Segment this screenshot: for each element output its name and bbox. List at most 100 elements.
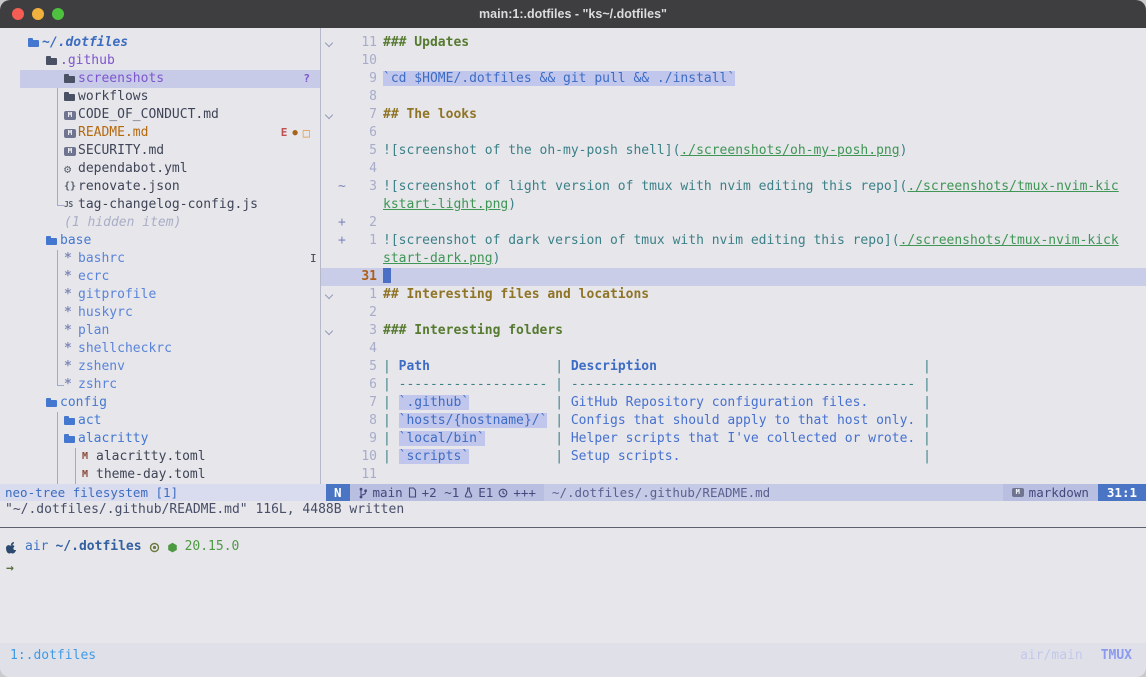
tmux-window-label[interactable]: 1:.dotfiles bbox=[10, 648, 96, 663]
editor-line[interactable]: 3### Interesting folders bbox=[321, 322, 1146, 340]
editor-line[interactable]: 5![screenshot of the oh-my-posh shell](.… bbox=[321, 142, 1146, 160]
fold-column bbox=[321, 34, 338, 52]
editor-line[interactable]: +2 bbox=[321, 214, 1146, 232]
editor-line[interactable]: 6 bbox=[321, 124, 1146, 142]
tree-item-dependabot-yml[interactable]: dependabot.yml bbox=[20, 160, 320, 178]
tree-item-security-md[interactable]: SECURITY.md bbox=[20, 142, 320, 160]
tree-item-label: plan bbox=[78, 322, 109, 340]
editor-line[interactable]: 11 bbox=[321, 466, 1146, 484]
tree-item-shellcheckrc[interactable]: shellcheckrc bbox=[20, 340, 320, 358]
file-tree-pane: ~/.dotfiles.githubscreenshots?workflowsC… bbox=[0, 28, 320, 484]
editor-line[interactable]: 1## Interesting files and locations bbox=[321, 286, 1146, 304]
line-text: ## Interesting files and locations bbox=[383, 286, 1146, 304]
editor-line-current[interactable]: 31 bbox=[321, 268, 1146, 286]
tmux-pane-border[interactable] bbox=[0, 527, 1146, 528]
editor-line[interactable]: 9| `local/bin` | Helper scripts that I'v… bbox=[321, 430, 1146, 448]
tree-item-screenshots[interactable]: screenshots? bbox=[20, 70, 320, 88]
tree-item-label: dependabot.yml bbox=[78, 160, 188, 178]
line-number: 10 bbox=[350, 52, 377, 70]
tree-item-label: (1 hidden item) bbox=[64, 214, 181, 232]
editor-line[interactable]: +1![screenshot of dark version of tmux w… bbox=[321, 232, 1146, 250]
node-version: 20.15.0 bbox=[185, 536, 240, 558]
tree-item-gitprofile[interactable]: gitprofile bbox=[20, 286, 320, 304]
updates-indicator: +++ bbox=[513, 484, 536, 501]
editor-line[interactable]: start-dark.png) bbox=[321, 250, 1146, 268]
fold-chevron-icon[interactable] bbox=[325, 291, 333, 299]
editor-line[interactable]: 7## The looks bbox=[321, 106, 1146, 124]
zoom-button[interactable] bbox=[52, 8, 64, 20]
fold-chevron-icon[interactable] bbox=[325, 327, 333, 335]
tree-item-theme-day-toml[interactable]: theme-day.toml bbox=[20, 466, 320, 484]
editor-line[interactable]: 4 bbox=[321, 160, 1146, 178]
markdown-icon: M bbox=[1012, 488, 1024, 497]
tree-item-base[interactable]: base bbox=[20, 232, 320, 250]
tree-item-alacritty-toml[interactable]: alacritty.toml bbox=[20, 448, 320, 466]
editor-line[interactable]: 2 bbox=[321, 304, 1146, 322]
prompt-arrow: → bbox=[6, 558, 14, 580]
tmux-mode-label: TMUX bbox=[1101, 648, 1132, 663]
tree-item-bashrc[interactable]: bashrcI bbox=[20, 250, 320, 268]
line-text: ## The looks bbox=[383, 106, 1146, 124]
tree-item-dotfiles[interactable]: ~/.dotfiles bbox=[20, 34, 320, 52]
editor-line[interactable]: 10 bbox=[321, 52, 1146, 70]
editor-line[interactable]: kstart-light.png) bbox=[321, 196, 1146, 214]
editor-line[interactable]: 8| `hosts/{hostname}/` | Configs that sh… bbox=[321, 412, 1146, 430]
gitsign-column bbox=[338, 70, 350, 88]
gitsign-column bbox=[338, 466, 350, 484]
tree-item-zshenv[interactable]: zshenv bbox=[20, 358, 320, 376]
editor-line[interactable]: 4 bbox=[321, 340, 1146, 358]
line-text bbox=[383, 466, 1146, 484]
line-number: 9 bbox=[350, 430, 377, 448]
tree-item-label: README.md bbox=[78, 124, 148, 142]
line-text: | `hosts/{hostname}/` | Configs that sho… bbox=[383, 412, 1146, 430]
tree-item-1-hidden-item[interactable]: (1 hidden item) bbox=[20, 214, 320, 232]
tree-item-renovate-json[interactable]: renovate.json bbox=[20, 178, 320, 196]
tree-item-plan[interactable]: plan bbox=[20, 322, 320, 340]
fold-chevron-icon[interactable] bbox=[325, 111, 333, 119]
minimize-button[interactable] bbox=[32, 8, 44, 20]
gitsign-column bbox=[338, 142, 350, 160]
fold-column bbox=[321, 142, 338, 160]
editor-line[interactable]: 8 bbox=[321, 88, 1146, 106]
gitsign-column bbox=[338, 196, 350, 214]
tree-item-code-of-conduct-md[interactable]: CODE_OF_CONDUCT.md bbox=[20, 106, 320, 124]
cursor-position: 31:1 bbox=[1098, 484, 1146, 501]
editor-line[interactable]: 9`cd $HOME/.dotfiles && git pull && ./in… bbox=[321, 70, 1146, 88]
terminal-window: main:1:.dotfiles - "ks~/.dotfiles" ~/.do… bbox=[0, 0, 1146, 677]
tree-item-label: alacritty.toml bbox=[96, 448, 206, 466]
fold-chevron-icon[interactable] bbox=[325, 39, 333, 47]
window-titlebar[interactable]: main:1:.dotfiles - "ks~/.dotfiles" bbox=[0, 0, 1146, 28]
shell-pane[interactable]: air ~/.dotfiles 20.15.0 → bbox=[0, 536, 1146, 580]
tree-item-zshrc[interactable]: zshrc bbox=[20, 376, 320, 394]
editor-line[interactable]: 7| `.github` | GitHub Repository configu… bbox=[321, 394, 1146, 412]
tree-item-readme-md[interactable]: README.md E●□ bbox=[20, 124, 320, 142]
star-icon bbox=[64, 376, 78, 394]
prompt-input-line[interactable]: → bbox=[0, 558, 1146, 580]
line-text: `cd $HOME/.dotfiles && git pull && ./ins… bbox=[383, 70, 1146, 88]
tree-item-huskyrc[interactable]: huskyrc bbox=[20, 304, 320, 322]
tree-item-tag-changelog-config-js[interactable]: tag-changelog-config.js bbox=[20, 196, 320, 214]
tree-item-workflows[interactable]: workflows bbox=[20, 88, 320, 106]
editor-line[interactable]: 11### Updates bbox=[321, 34, 1146, 52]
tree-item-github[interactable]: .github bbox=[20, 52, 320, 70]
tree-item-label: renovate.json bbox=[78, 178, 180, 196]
editor-line[interactable]: 6| ------------------- | ---------------… bbox=[321, 376, 1146, 394]
close-button[interactable] bbox=[12, 8, 24, 20]
line-text bbox=[383, 214, 1146, 232]
editor-line[interactable]: 10| `scripts` | Setup scripts. | bbox=[321, 448, 1146, 466]
editor-line[interactable]: ~3![screenshot of light version of tmux … bbox=[321, 178, 1146, 196]
git-sync-icon bbox=[149, 542, 160, 553]
tree-item-alacritty[interactable]: alacritty bbox=[20, 430, 320, 448]
tree-item-ecrc[interactable]: ecrc bbox=[20, 268, 320, 286]
line-text: | ------------------- | ----------------… bbox=[383, 376, 1146, 394]
tree-item-config[interactable]: config bbox=[20, 394, 320, 412]
tree-item-badges: E●□ bbox=[281, 124, 310, 142]
line-number: 11 bbox=[350, 34, 377, 52]
tree-item-act[interactable]: act bbox=[20, 412, 320, 430]
folder-icon bbox=[46, 52, 60, 70]
line-number: 4 bbox=[350, 340, 377, 358]
mode-indicator: N bbox=[326, 484, 350, 501]
star-icon bbox=[64, 304, 78, 322]
tree-item-label: gitprofile bbox=[78, 286, 156, 304]
editor-line[interactable]: 5| Path | Description | bbox=[321, 358, 1146, 376]
